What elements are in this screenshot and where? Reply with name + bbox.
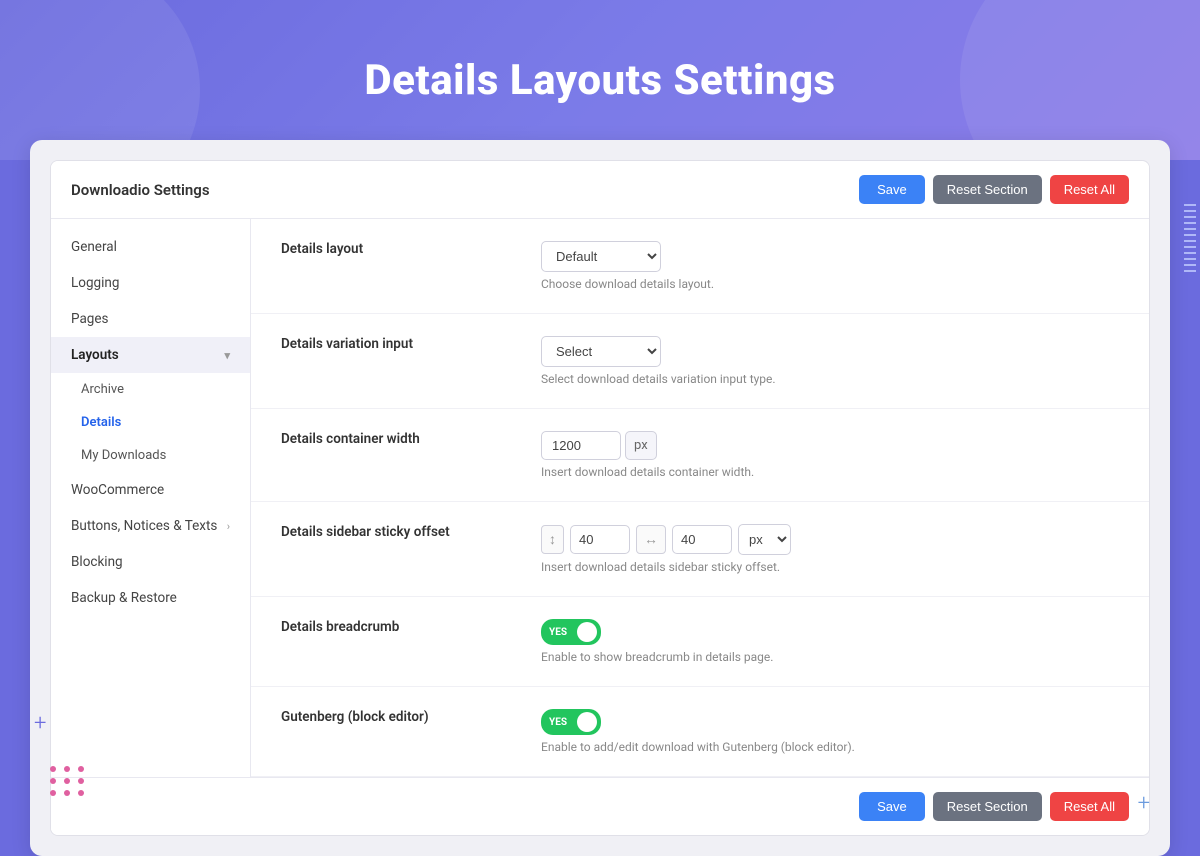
sidebar-sub-archive[interactable]: Archive — [51, 373, 250, 406]
page-title: Details Layouts Settings — [364, 56, 835, 105]
header-deco-circle-right — [960, 0, 1200, 160]
deco-plus-left: + — [34, 711, 46, 736]
reset-all-button-bottom[interactable]: Reset All — [1050, 792, 1129, 821]
chevron-down-icon: ▾ — [224, 349, 230, 362]
deco-plus-right: + — [1138, 791, 1150, 816]
label-container-width: Details container width — [281, 431, 541, 447]
header-deco-circle-left — [0, 0, 200, 160]
deco-dots — [50, 766, 86, 796]
px-unit-label: px — [625, 431, 657, 460]
desc-sticky-offset: Insert download details sidebar sticky o… — [541, 560, 1119, 574]
offset-side-icon: ↔ — [636, 525, 666, 554]
page-header: Details Layouts Settings — [0, 0, 1200, 160]
chevron-right-icon: › — [227, 520, 230, 533]
deco-lines-right — [1180, 200, 1200, 276]
setting-row-variation-input: Details variation input Select Radio Dro… — [251, 314, 1149, 409]
panel-header: Downloadio Settings Save Reset Section R… — [51, 161, 1149, 219]
sidebar: General Logging Pages Layouts ▾ Archive … — [51, 219, 251, 777]
content-area: Details layout Default Layout 1 Layout 2… — [251, 219, 1149, 777]
reset-all-button-top[interactable]: Reset All — [1050, 175, 1129, 204]
sidebar-item-layouts[interactable]: Layouts ▾ — [51, 337, 250, 373]
breadcrumb-toggle-label: YES — [549, 627, 567, 638]
setting-row-sticky-offset: Details sidebar sticky offset ↕ ↔ px em … — [251, 502, 1149, 597]
sticky-offset-side-input[interactable] — [672, 525, 732, 554]
setting-row-gutenberg: Gutenberg (block editor) YES Enable to a… — [251, 687, 1149, 777]
breadcrumb-toggle[interactable]: YES — [541, 619, 601, 645]
details-layout-select[interactable]: Default Layout 1 Layout 2 — [541, 241, 661, 272]
sidebar-item-blocking[interactable]: Blocking — [51, 544, 250, 580]
reset-section-button-bottom[interactable]: Reset Section — [933, 792, 1042, 821]
sticky-offset-unit-select[interactable]: px em % — [738, 524, 791, 555]
desc-breadcrumb: Enable to show breadcrumb in details pag… — [541, 650, 1119, 664]
sidebar-sub-mydownloads[interactable]: My Downloads — [51, 439, 250, 472]
sidebar-item-logging[interactable]: Logging — [51, 265, 250, 301]
sidebar-item-woocommerce[interactable]: WooCommerce — [51, 472, 250, 508]
label-sticky-offset: Details sidebar sticky offset — [281, 524, 541, 540]
setting-row-container-width: Details container width px Insert downlo… — [251, 409, 1149, 502]
panel-header-buttons: Save Reset Section Reset All — [859, 175, 1129, 204]
setting-row-details-layout: Details layout Default Layout 1 Layout 2… — [251, 219, 1149, 314]
variation-input-select[interactable]: Select Radio Dropdown — [541, 336, 661, 367]
label-gutenberg: Gutenberg (block editor) — [281, 709, 541, 725]
sidebar-item-pages[interactable]: Pages — [51, 301, 250, 337]
save-button-top[interactable]: Save — [859, 175, 925, 204]
save-button-bottom[interactable]: Save — [859, 792, 925, 821]
panel-title: Downloadio Settings — [71, 181, 210, 199]
label-variation-input: Details variation input — [281, 336, 541, 352]
offset-top-icon: ↕ — [541, 525, 564, 554]
gutenberg-toggle-label: YES — [549, 717, 567, 728]
panel-body: General Logging Pages Layouts ▾ Archive … — [51, 219, 1149, 777]
desc-variation-input: Select download details variation input … — [541, 372, 1119, 386]
sidebar-item-backup[interactable]: Backup & Restore — [51, 580, 250, 616]
breadcrumb-toggle-knob — [577, 622, 597, 642]
sidebar-item-general[interactable]: General — [51, 229, 250, 265]
sidebar-sub-details[interactable]: Details — [51, 406, 250, 439]
setting-row-breadcrumb: Details breadcrumb YES Enable to show br… — [251, 597, 1149, 687]
sidebar-item-buttons[interactable]: Buttons, Notices & Texts › — [51, 508, 250, 544]
gutenberg-toggle-knob — [577, 712, 597, 732]
label-details-layout: Details layout — [281, 241, 541, 257]
container-width-input[interactable] — [541, 431, 621, 460]
settings-panel: Downloadio Settings Save Reset Section R… — [50, 160, 1150, 836]
label-breadcrumb: Details breadcrumb — [281, 619, 541, 635]
desc-gutenberg: Enable to add/edit download with Gutenbe… — [541, 740, 1119, 754]
gutenberg-toggle[interactable]: YES — [541, 709, 601, 735]
sticky-offset-top-input[interactable] — [570, 525, 630, 554]
main-wrapper: + + Downloadio Settings Save Reset Secti… — [30, 140, 1170, 856]
reset-section-button-top[interactable]: Reset Section — [933, 175, 1042, 204]
panel-footer: Save Reset Section Reset All — [51, 777, 1149, 835]
desc-container-width: Insert download details container width. — [541, 465, 1119, 479]
desc-details-layout: Choose download details layout. — [541, 277, 1119, 291]
